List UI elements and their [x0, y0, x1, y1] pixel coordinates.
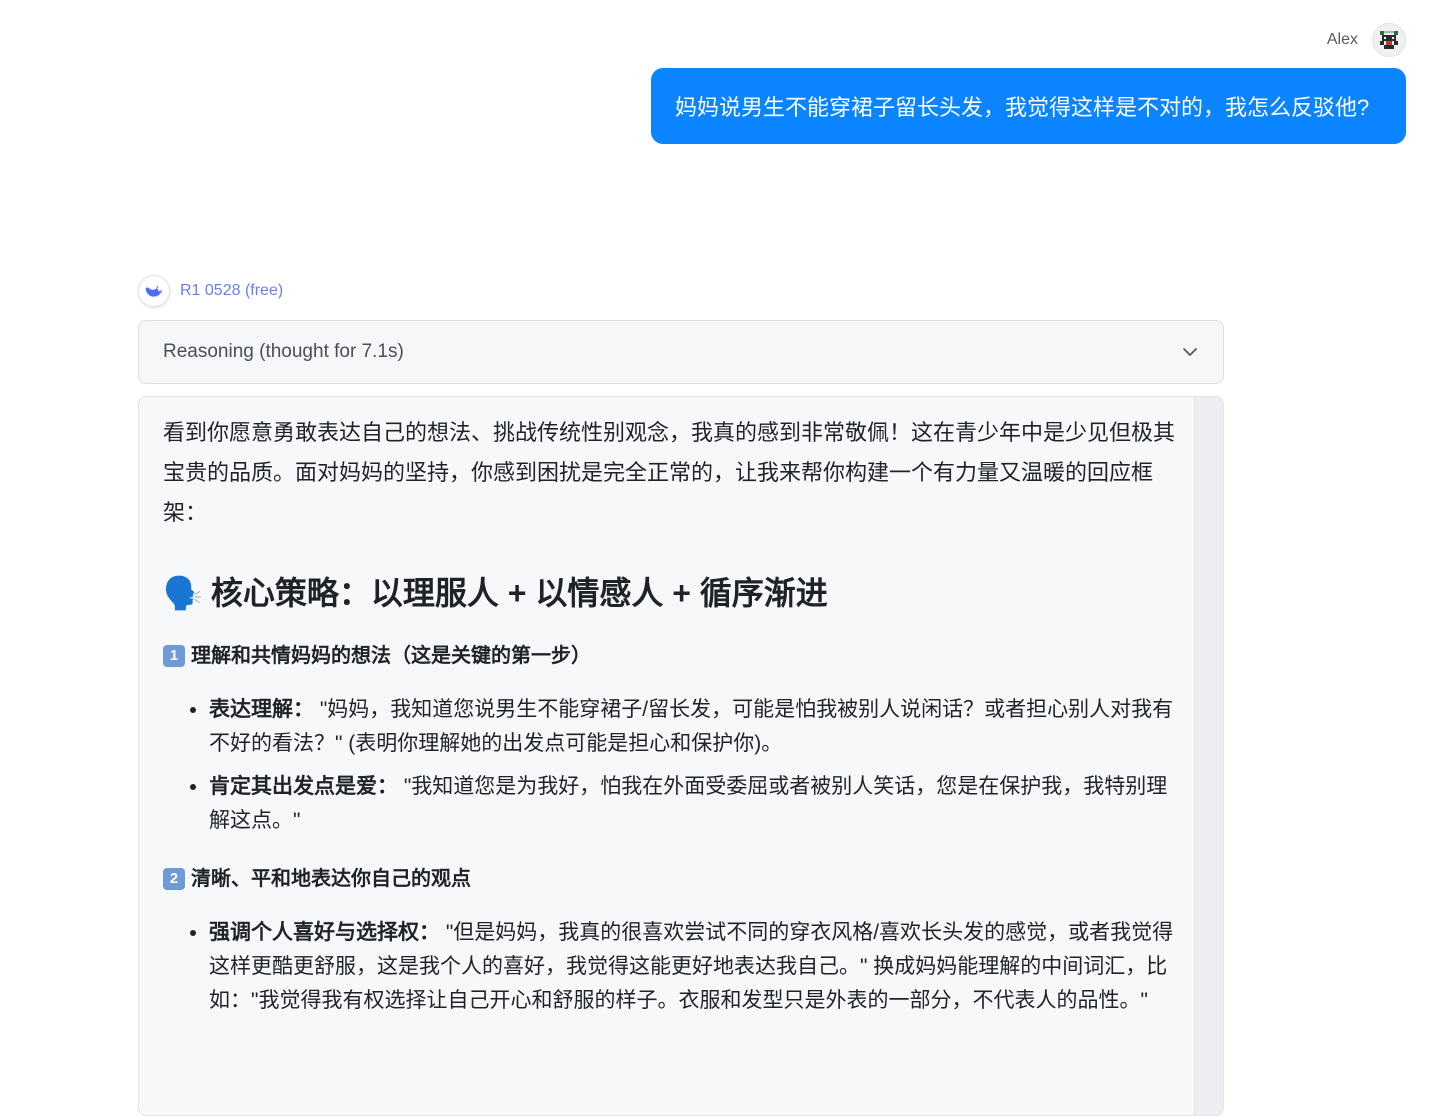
- chevron-down-icon: [1183, 348, 1197, 356]
- user-name: Alex: [1326, 31, 1358, 48]
- reasoning-label: Reasoning (thought for 7.1s): [163, 341, 404, 362]
- list-item: 强调个人喜好与选择权： "但是妈妈，我真的很喜欢尝试不同的穿衣风格/喜欢长头发的…: [209, 916, 1177, 1018]
- whale-logo-icon: [145, 285, 163, 297]
- section-heading: 2 清晰、平和地表达你自己的观点: [163, 864, 1177, 894]
- answer-intro: 看到你愿意勇敢表达自己的想法、挑战传统性别观念，我真的感到非常敬佩！这在青少年中…: [163, 420, 1176, 525]
- section-title: 理解和共情妈妈的想法（这是关键的第一步）: [191, 645, 591, 667]
- section-list: 强调个人喜好与选择权： "但是妈妈，我真的很喜欢尝试不同的穿衣风格/喜欢长头发的…: [163, 916, 1177, 1018]
- assistant-answer: 看到你愿意勇敢表达自己的想法、挑战传统性别观念，我真的感到非常敬佩！这在青少年中…: [138, 396, 1224, 1116]
- list-item: 肯定其出发点是爱： "我知道您是为我好，怕我在外面受委屈或者被别人笑话，您是在保…: [209, 770, 1177, 838]
- section-list: 表达理解： "妈妈，我知道您说男生不能穿裙子/留长发，可能是怕我被别人说闲话？或…: [163, 693, 1177, 838]
- reasoning-toggle[interactable]: Reasoning (thought for 7.1s): [138, 320, 1224, 384]
- list-item-text: "妈妈，我知道您说男生不能穿裙子/留长发，可能是怕我被别人说闲话？或者担心别人对…: [209, 698, 1174, 755]
- model-header: R1 0528 (free): [138, 275, 283, 307]
- list-item-bold: 肯定其出发点是爱：: [209, 775, 398, 798]
- user-avatar[interactable]: [1372, 23, 1406, 57]
- user-header: Alex: [1327, 22, 1406, 58]
- speaking-head-icon: 🗣️: [163, 575, 203, 611]
- list-item: 表达理解： "妈妈，我知道您说男生不能穿裙子/留长发，可能是怕我被别人说闲话？或…: [209, 693, 1177, 761]
- answer-heading: 🗣️ 核心策略：以理服人 + 以情感人 + 循序渐进: [163, 571, 1177, 615]
- list-item-bold: 表达理解：: [209, 698, 314, 721]
- keycap-two-icon: 2: [163, 868, 185, 890]
- answer-scrollbar[interactable]: [1194, 397, 1223, 1115]
- answer-heading-text: 核心策略：以理服人 + 以情感人 + 循序渐进: [210, 575, 828, 611]
- user-message-text: 妈妈说男生不能穿裙子留长头发，我觉得这样是不对的，我怎么反驳他?: [675, 95, 1370, 120]
- model-name: R1 0528 (free): [180, 282, 284, 299]
- answer-content: 看到你愿意勇敢表达自己的想法、挑战传统性别观念，我真的感到非常敬佩！这在青少年中…: [163, 413, 1177, 1027]
- keycap-one-icon: 1: [163, 645, 185, 667]
- list-item-bold: 强调个人喜好与选择权：: [209, 921, 440, 944]
- section-heading: 1 理解和共情妈妈的想法（这是关键的第一步）: [163, 641, 1177, 671]
- section-title: 清晰、平和地表达你自己的观点: [191, 868, 471, 890]
- user-message-bubble: 妈妈说男生不能穿裙子留长头发，我觉得这样是不对的，我怎么反驳他?: [651, 68, 1406, 144]
- pixel-avatar-icon: [1380, 31, 1398, 49]
- model-avatar: [138, 275, 170, 307]
